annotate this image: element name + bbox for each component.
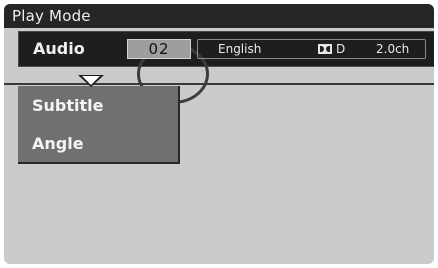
audio-track-number[interactable]: 02 bbox=[127, 39, 191, 59]
chevron-down-icon-fill bbox=[82, 76, 100, 85]
title-bar: Play Mode bbox=[4, 4, 434, 28]
divider bbox=[4, 83, 434, 85]
dolby-icon bbox=[318, 44, 332, 54]
play-mode-screen: Play Mode Audio 02 English D 2.0ch Subti… bbox=[4, 4, 434, 264]
audio-language: English bbox=[218, 42, 262, 56]
menu-item-subtitle-label: Subtitle bbox=[32, 96, 104, 115]
page-title: Play Mode bbox=[12, 7, 91, 25]
menu-item-angle-label: Angle bbox=[32, 134, 84, 153]
audio-track-info: English D 2.0ch bbox=[197, 39, 426, 59]
menu-item-audio[interactable]: Audio 02 English D 2.0ch bbox=[18, 31, 434, 104]
menu-item-subtitle[interactable]: Subtitle bbox=[18, 86, 178, 124]
dolby-format-label: D bbox=[336, 42, 346, 56]
menu-item-audio-label: Audio bbox=[33, 39, 85, 58]
menu-item-angle[interactable]: Angle bbox=[18, 124, 178, 162]
submenu-list: Subtitle Angle bbox=[18, 86, 180, 164]
audio-channels: 2.0ch bbox=[376, 42, 410, 56]
